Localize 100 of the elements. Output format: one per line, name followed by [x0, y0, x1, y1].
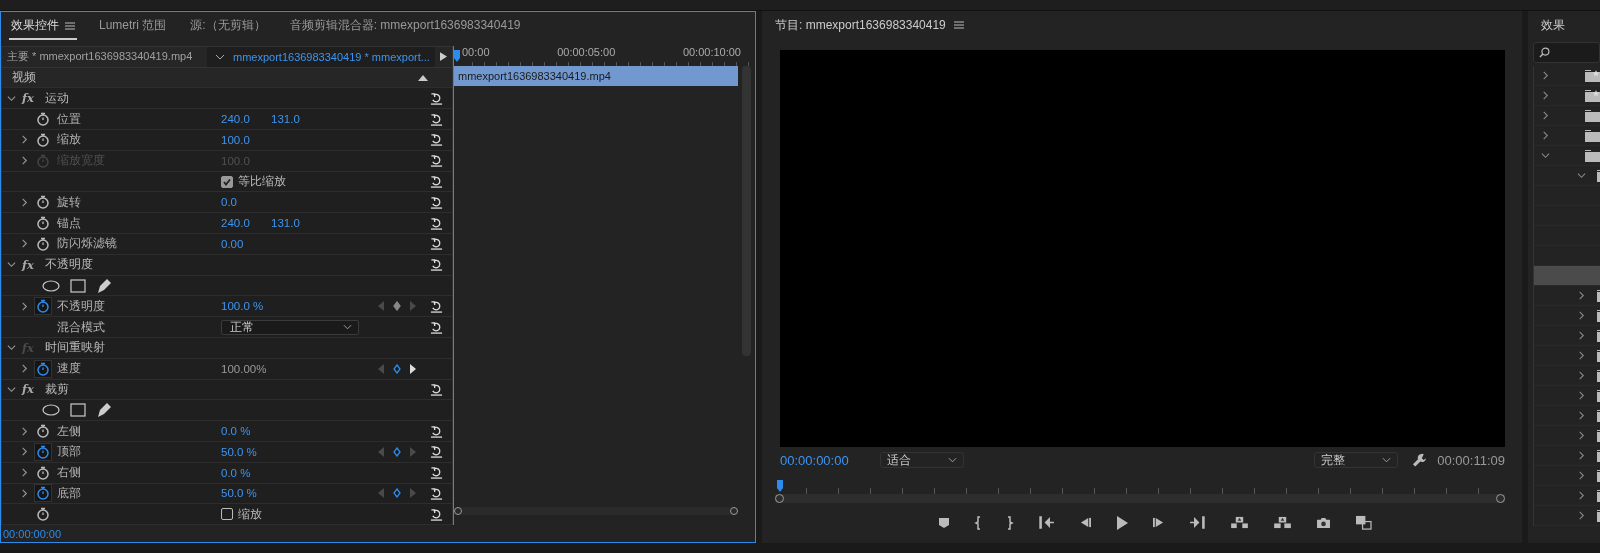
reset-icon[interactable]: [430, 237, 443, 251]
chevron-icon[interactable]: [20, 197, 29, 207]
chevron-icon[interactable]: [20, 239, 29, 249]
pen-icon[interactable]: [96, 277, 112, 294]
value-field[interactable]: 131.0: [271, 113, 321, 126]
current-time[interactable]: 00:00:00:00: [3, 527, 62, 540]
chevron-icon[interactable]: [1577, 391, 1586, 400]
value-field[interactable]: 100.0: [221, 133, 271, 146]
stopwatch-icon[interactable]: [35, 235, 51, 252]
reset-icon[interactable]: [430, 91, 443, 105]
chevron-icon[interactable]: [1541, 111, 1550, 120]
chevron-icon[interactable]: [7, 385, 16, 394]
reset-icon[interactable]: [430, 195, 443, 209]
chevron-icon[interactable]: [1577, 491, 1586, 500]
panel-title[interactable]: 效果: [1541, 16, 1565, 34]
pen-icon[interactable]: [96, 402, 112, 419]
playhead[interactable]: [777, 480, 783, 492]
reset-icon[interactable]: [430, 466, 443, 480]
value-field[interactable]: 0.0: [221, 196, 271, 209]
stopwatch-icon[interactable]: [35, 423, 51, 440]
panel-tab[interactable]: Lumetri 范围: [97, 12, 169, 40]
chevron-icon[interactable]: [7, 260, 16, 270]
stopwatch-icon[interactable]: [35, 111, 51, 128]
stopwatch-icon[interactable]: [35, 194, 51, 211]
stopwatch-icon[interactable]: [35, 131, 51, 148]
stopwatch-icon[interactable]: [35, 485, 51, 502]
chevron-icon[interactable]: [20, 488, 29, 498]
reset-icon[interactable]: [430, 299, 443, 313]
keyframe-button[interactable]: [393, 446, 401, 457]
chevron-icon[interactable]: [20, 447, 29, 457]
scrollbar[interactable]: [454, 507, 738, 516]
reset-icon[interactable]: [430, 507, 443, 521]
chevron-icon[interactable]: [1577, 371, 1586, 380]
keyframe-button[interactable]: [393, 488, 401, 499]
blend-mode-dropdown[interactable]: 正常: [221, 319, 359, 335]
fx-toggle[interactable]: fx: [22, 382, 42, 397]
stopwatch-icon[interactable]: [35, 360, 51, 377]
chevron-icon[interactable]: [20, 135, 29, 145]
playhead-timecode[interactable]: 00:00:00:00: [780, 452, 880, 468]
reset-icon[interactable]: [430, 486, 443, 500]
resolution-dropdown[interactable]: 完整: [1314, 452, 1399, 468]
rectangle-mask-icon[interactable]: [70, 403, 86, 418]
reset-icon[interactable]: [430, 424, 443, 438]
reset-icon[interactable]: [430, 320, 443, 334]
chevron-icon[interactable]: [1541, 131, 1550, 140]
chevron-icon[interactable]: [1577, 351, 1586, 360]
chevron-icon[interactable]: [1577, 291, 1586, 300]
panel-tab[interactable]: 效果控件: [9, 12, 77, 40]
checkbox[interactable]: [221, 175, 233, 188]
wrench-icon[interactable]: [1412, 452, 1428, 468]
value-field[interactable]: 240.0: [221, 217, 271, 230]
chevron-icon[interactable]: [20, 364, 29, 374]
reset-icon[interactable]: [430, 133, 443, 147]
stopwatch-icon[interactable]: [35, 298, 51, 315]
chevron-icon[interactable]: [1577, 431, 1586, 440]
ellipse-mask-icon[interactable]: [42, 404, 60, 417]
chevron-icon[interactable]: [7, 343, 16, 353]
value-field[interactable]: 0.00: [221, 237, 271, 250]
reset-icon[interactable]: [430, 112, 443, 126]
reset-icon[interactable]: [430, 383, 443, 396]
zoom-scrollbar[interactable]: [775, 494, 1505, 503]
rectangle-mask-icon[interactable]: [70, 278, 86, 293]
reset-icon[interactable]: [430, 258, 443, 272]
menu-icon[interactable]: [65, 21, 75, 30]
checkbox[interactable]: [221, 508, 233, 521]
chevron-icon[interactable]: [20, 468, 29, 478]
value-field[interactable]: 0.0 %: [221, 466, 271, 479]
fx-toggle[interactable]: fx: [22, 257, 42, 272]
chevron-icon[interactable]: [1577, 311, 1586, 320]
stopwatch-icon[interactable]: [35, 443, 51, 460]
stopwatch-icon[interactable]: [35, 506, 51, 523]
ellipse-mask-icon[interactable]: [42, 279, 60, 292]
chevron-icon[interactable]: [1577, 511, 1586, 520]
panel-tab[interactable]: 源:（无剪辑）: [188, 12, 268, 40]
next-keyframe-button[interactable]: [410, 363, 416, 374]
keyframe-button[interactable]: [393, 301, 401, 312]
search-field[interactable]: [1533, 42, 1600, 63]
reset-icon[interactable]: [430, 175, 443, 188]
chevron-icon[interactable]: [1577, 331, 1586, 340]
clip-dropdown[interactable]: mmexport1636983340419 * mmexport...: [207, 46, 435, 67]
value-field[interactable]: 131.0: [271, 217, 321, 230]
value-field[interactable]: 100.00%: [221, 362, 271, 375]
clip[interactable]: mmexport1636983340419.mp4: [454, 65, 738, 86]
chevron-icon[interactable]: [7, 93, 16, 103]
zoom-dropdown[interactable]: 适合: [880, 452, 964, 468]
keyframe-button[interactable]: [393, 363, 401, 374]
chevron-icon[interactable]: [1541, 91, 1550, 100]
chevron-icon[interactable]: [1577, 451, 1586, 460]
reset-icon[interactable]: [430, 216, 443, 230]
reset-icon[interactable]: [430, 445, 443, 459]
value-field[interactable]: 240.0: [221, 113, 271, 126]
panel-title[interactable]: 节目: mmexport1636983340419: [775, 16, 946, 34]
scrollbar[interactable]: [742, 65, 751, 356]
value-field[interactable]: 50.0 %: [221, 445, 271, 458]
chevron-icon[interactable]: [1577, 411, 1586, 420]
chevron-icon[interactable]: [1541, 71, 1550, 80]
chevron-icon[interactable]: [1577, 471, 1586, 480]
chevron-icon[interactable]: [1541, 151, 1550, 160]
stopwatch-icon[interactable]: [35, 215, 51, 232]
chevron-icon[interactable]: [20, 301, 29, 311]
